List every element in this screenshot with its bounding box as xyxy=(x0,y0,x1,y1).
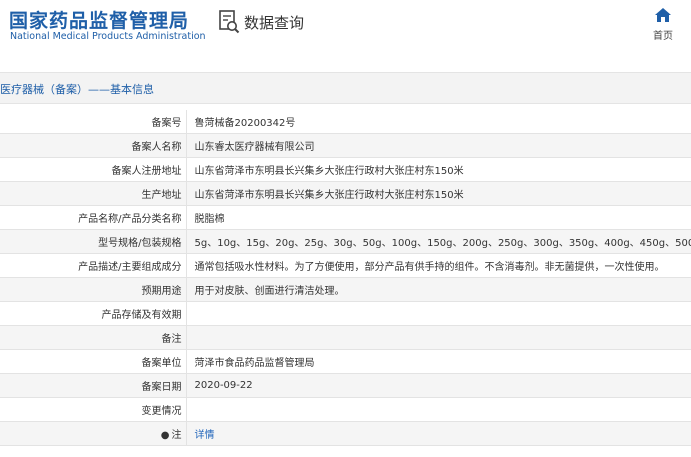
row-label: 变更情况 xyxy=(0,397,187,422)
row-label: 备案单位 xyxy=(0,349,187,374)
data-query-label: 数据查询 xyxy=(244,13,305,32)
row-value: 山东睿太医疗器械有限公司 xyxy=(186,133,691,158)
row-value: 菏泽市食品药品监督管理局 xyxy=(186,349,691,374)
row-label: 备案日期 xyxy=(0,373,187,398)
site-logo-english[interactable]: National Medical Products Administration xyxy=(10,31,206,42)
row-value: 用于对皮肤、创面进行清洁处理。 xyxy=(186,277,691,302)
row-label: 备注 xyxy=(0,325,187,350)
home-icon xyxy=(655,8,671,22)
table-row: 预期用途 用于对皮肤、创面进行清洁处理。 xyxy=(0,277,691,302)
row-label: 备案人注册地址 xyxy=(0,157,187,182)
row-value: 山东省菏泽市东明县长兴集乡大张庄行政村大张庄村东150米 xyxy=(186,181,691,206)
row-label: 产品存储及有效期 xyxy=(0,301,187,326)
row-value: 脱脂棉 xyxy=(186,205,691,230)
row-label: 产品名称/产品分类名称 xyxy=(0,205,187,230)
table-row: 备案单位 菏泽市食品药品监督管理局 xyxy=(0,349,691,374)
bullet-icon: ● xyxy=(160,430,170,441)
table-row: 生产地址 山东省菏泽市东明县长兴集乡大张庄行政村大张庄村东150米 xyxy=(0,181,691,206)
note-label-cell: ● 注 xyxy=(0,421,187,446)
table-row: 备注 xyxy=(0,325,691,350)
data-search-icon xyxy=(219,10,240,34)
row-label: 生产地址 xyxy=(0,181,187,206)
table-row: 型号规格/包装规格 5g、10g、15g、20g、25g、30g、50g、100… xyxy=(0,229,691,254)
note-value-cell: 详情 xyxy=(186,421,691,446)
data-query-link[interactable]: 数据查询 xyxy=(218,9,304,35)
row-value: 鲁菏械备20200342号 xyxy=(186,110,691,134)
table-row: 产品描述/主要组成成分 通常包括吸水性材料。为了方便使用，部分产品有供手持的组件… xyxy=(0,253,691,278)
table-row: 备案人名称 山东睿太医疗器械有限公司 xyxy=(0,133,691,158)
section-title: 医疗器械（备案）——基本信息 xyxy=(0,83,154,96)
row-value xyxy=(186,325,691,350)
table-row: 产品名称/产品分类名称 脱脂棉 xyxy=(0,205,691,230)
table-row: 备案人注册地址 山东省菏泽市东明县长兴集乡大张庄行政村大张庄村东150米 xyxy=(0,157,691,182)
table-row: 产品存储及有效期 xyxy=(0,301,691,326)
table-row: 备案日期 2020-09-22 xyxy=(0,373,691,398)
row-label: 型号规格/包装规格 xyxy=(0,229,187,254)
row-label: 备案号 xyxy=(0,110,187,134)
row-label: 预期用途 xyxy=(0,277,187,302)
row-label: 产品描述/主要组成成分 xyxy=(0,253,187,278)
site-logo-chinese[interactable]: 国家药品监督管理局 xyxy=(9,6,189,33)
table-row: 备案号 鲁菏械备20200342号 xyxy=(0,110,691,134)
section-title-bar: 医疗器械（备案）——基本信息 xyxy=(0,72,691,104)
row-value xyxy=(186,397,691,422)
record-detail-table: 备案号 鲁菏械备20200342号 备案人名称 山东睿太医疗器械有限公司 备案人… xyxy=(0,110,691,446)
row-label: 备案人名称 xyxy=(0,133,187,158)
row-value: 通常包括吸水性材料。为了方便使用，部分产品有供手持的组件。不含消毒剂。非无菌提供… xyxy=(186,253,691,278)
row-value xyxy=(186,301,691,326)
note-row: ● 注 详情 xyxy=(0,421,691,446)
table-row: 变更情况 xyxy=(0,397,691,422)
details-link[interactable]: 详情 xyxy=(195,430,215,441)
home-link[interactable]: 首页 xyxy=(648,8,678,42)
site-header: 国家药品监督管理局 National Medical Products Admi… xyxy=(0,0,691,60)
row-value: 山东省菏泽市东明县长兴集乡大张庄行政村大张庄村东150米 xyxy=(186,157,691,182)
note-label: 注 xyxy=(171,430,182,441)
row-value: 2020-09-22 xyxy=(186,373,691,398)
row-value: 5g、10g、15g、20g、25g、30g、50g、100g、150g、200… xyxy=(186,229,691,254)
home-label: 首页 xyxy=(653,31,673,42)
